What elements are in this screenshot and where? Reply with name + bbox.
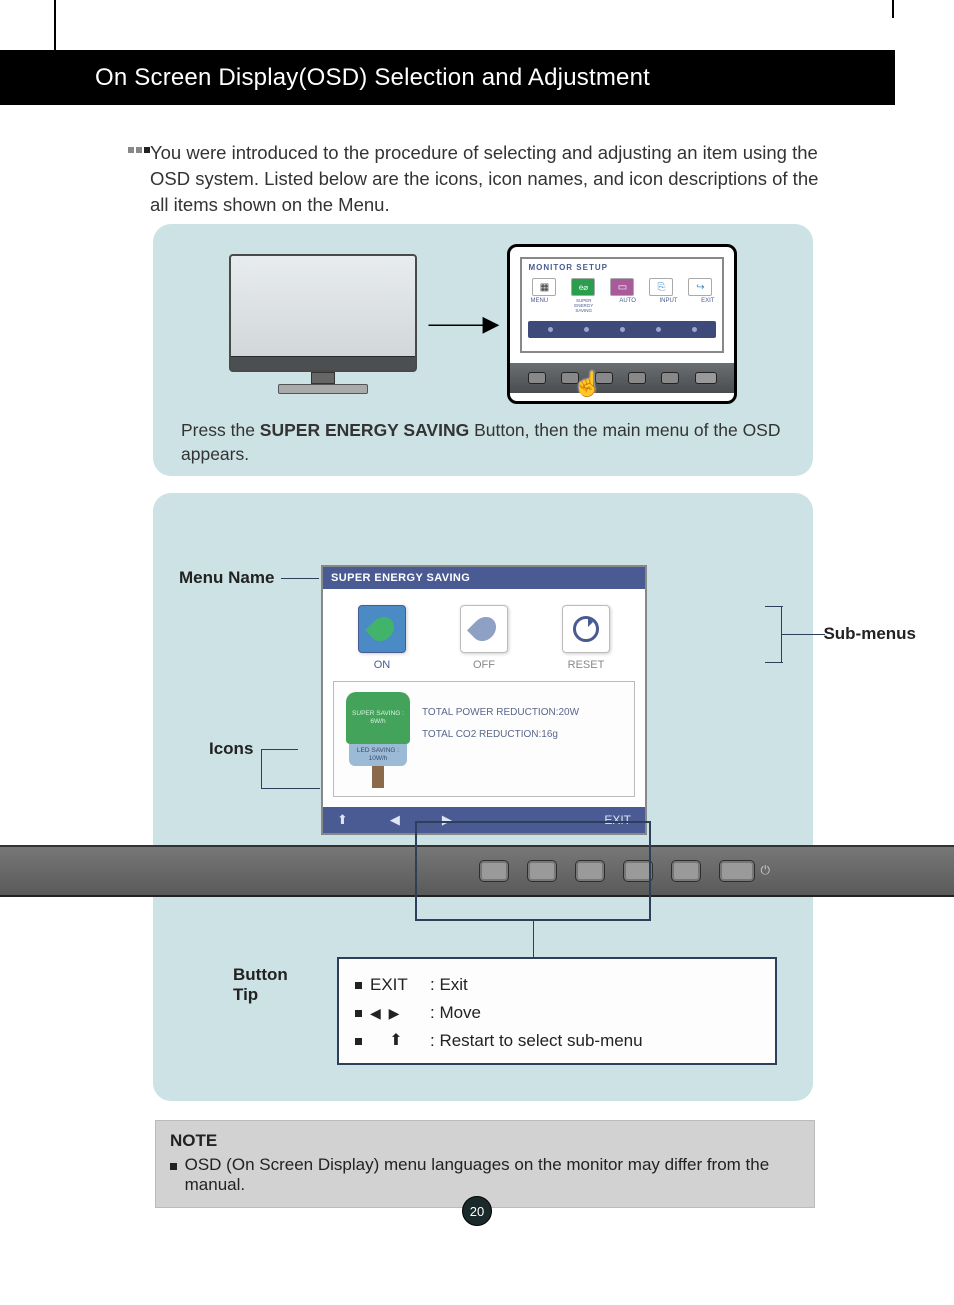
label-button-tip: Button Tip	[233, 965, 303, 1005]
zoom-arrow-icon: ―――▶	[429, 311, 496, 337]
popup-button-dots	[528, 321, 716, 338]
callout-rect	[415, 821, 651, 921]
popup-label-input: INPUT	[659, 298, 677, 313]
connector-line	[281, 578, 319, 579]
osd-titlebar: SUPER ENERGY SAVING	[323, 567, 645, 589]
osd-option-off: OFF	[460, 605, 508, 671]
popup-label-menu: MENU	[530, 298, 548, 313]
osd-popup-zoom: MONITOR SETUP ▦ e⌀ ▭ ⎘ ↪ MENU SUPER ENER…	[507, 244, 737, 404]
label-submenus: Sub-menus	[823, 624, 916, 644]
tip-key-exit: EXIT	[370, 971, 422, 999]
stat-co2: TOTAL CO2 REDUCTION:16g	[422, 724, 579, 746]
stat-power: TOTAL POWER REDUCTION:20W	[422, 702, 579, 724]
connector-line	[261, 749, 301, 789]
osd-option-on: ON	[358, 605, 406, 671]
tip-desc-move: : Move	[430, 999, 481, 1027]
panel-monitor-intro: ―――▶ MONITOR SETUP ▦ e⌀ ▭ ⎘ ↪ MENU SUPER…	[153, 224, 813, 476]
bullet-icon	[170, 1163, 177, 1170]
crop-mark-left	[54, 0, 56, 50]
page-title: On Screen Display(OSD) Selection and Adj…	[95, 64, 650, 92]
popup-label-auto: AUTO	[619, 298, 636, 313]
popup-label-exit: EXIT	[701, 298, 714, 313]
hand-pointer-icon: ☝	[572, 370, 602, 399]
exit-icon: ↪	[688, 278, 712, 296]
nav-up-icon: ⬆	[337, 812, 348, 828]
osd-window: SUPER ENERGY SAVING ON OFF RESET SUPER S…	[321, 565, 647, 835]
osd-option-on-label: ON	[358, 659, 406, 671]
popup-icon-row: ▦ e⌀ ▭ ⎘ ↪	[528, 278, 716, 296]
popup-bezel	[510, 363, 734, 393]
tip-desc-restart: : Restart to select sub-menu	[430, 1027, 643, 1055]
monitor-illustration	[229, 254, 417, 394]
tree-super-saving: SUPER SAVING : 6W/h	[346, 692, 410, 744]
panel1-caption: Press the SUPER ENERGY SAVING Button, th…	[153, 404, 813, 466]
eco-icon: e⌀	[571, 278, 595, 296]
bullet-icon	[355, 1010, 362, 1017]
bullet-icon	[355, 1038, 362, 1045]
savings-tree-icon: SUPER SAVING : 6W/h LED SAVING : 10W/h	[344, 692, 412, 788]
menu-icon: ▦	[532, 278, 556, 296]
connector-line	[533, 921, 534, 957]
connector-line	[765, 606, 783, 607]
bezel-button	[671, 860, 701, 882]
intro-paragraph: You were introduced to the procedure of …	[150, 140, 830, 218]
note-box: NOTE OSD (On Screen Display) menu langua…	[155, 1120, 815, 1208]
bullet-decoration	[128, 147, 150, 153]
osd-option-reset-label: RESET	[562, 659, 610, 671]
button-tip-box: EXIT : Exit ◀ ▶ : Move ⬆ : Restart to se…	[337, 957, 777, 1065]
label-menu-name: Menu Name	[179, 568, 274, 588]
connector-line	[765, 662, 783, 663]
leaf-on-icon	[371, 616, 393, 642]
osd-option-reset: RESET	[562, 605, 610, 671]
section-header: On Screen Display(OSD) Selection and Adj…	[0, 50, 895, 105]
input-icon: ⎘	[649, 278, 673, 296]
note-body: OSD (On Screen Display) menu languages o…	[185, 1155, 800, 1195]
bezel-power-button	[719, 860, 755, 882]
crop-mark-right	[892, 0, 894, 18]
up-arrow-icon: ⬆	[370, 1027, 422, 1055]
leaf-off-icon	[473, 616, 495, 642]
bullet-icon	[355, 982, 362, 989]
arrows-icon: ◀ ▶	[370, 999, 422, 1027]
osd-stats-panel: SUPER SAVING : 6W/h LED SAVING : 10W/h T…	[333, 681, 635, 797]
label-icons: Icons	[209, 739, 253, 759]
reset-icon	[573, 616, 599, 642]
tree-led-saving: LED SAVING : 10W/h	[349, 744, 407, 766]
page-number: 20	[462, 1196, 492, 1226]
caption-pre: Press the	[181, 420, 260, 440]
panel-osd-breakdown: Menu Name Icons Sub-menus Button Tip SUP…	[153, 493, 813, 1101]
nav-left-icon: ◀	[390, 812, 400, 828]
auto-icon: ▭	[610, 278, 634, 296]
popup-title: MONITOR SETUP	[528, 263, 716, 272]
osd-option-off-label: OFF	[460, 659, 508, 671]
note-title: NOTE	[170, 1131, 800, 1151]
tip-desc-exit: : Exit	[430, 971, 468, 999]
caption-bold: SUPER ENERGY SAVING	[260, 420, 469, 440]
popup-label-ses: SUPER ENERGY SAVING	[572, 298, 596, 313]
intro-text: You were introduced to the procedure of …	[150, 140, 830, 218]
